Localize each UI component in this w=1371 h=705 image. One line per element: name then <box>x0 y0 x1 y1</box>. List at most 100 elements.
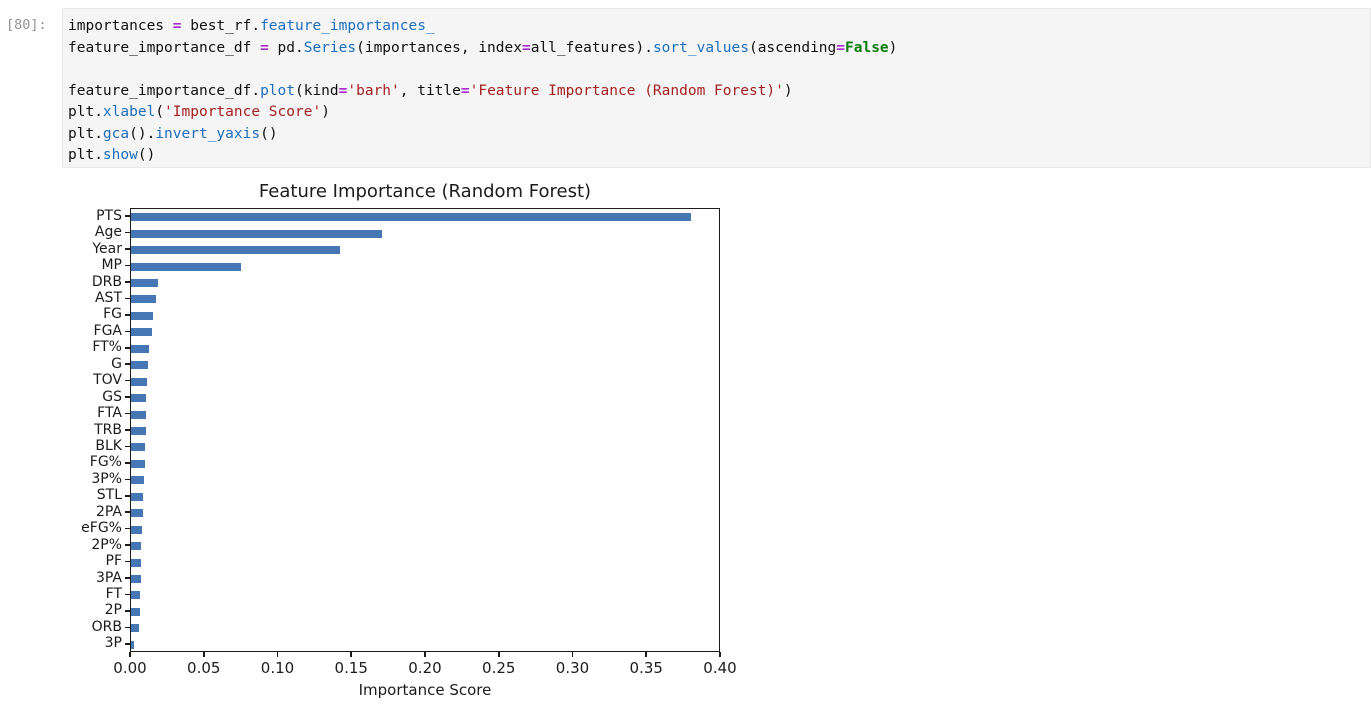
y-tick-label: 3P% <box>0 471 122 488</box>
y-tick-label: G <box>0 356 122 373</box>
y-tick-mark <box>125 479 130 481</box>
code-cell[interactable]: importances = best_rf.feature_importance… <box>62 8 1371 168</box>
bar-2pa <box>131 509 143 517</box>
code-token: = <box>522 40 531 56</box>
code-token: show <box>103 147 138 163</box>
y-tick-mark <box>125 462 130 464</box>
y-tick-label: Year <box>0 241 122 258</box>
y-tick-label: 2PA <box>0 504 122 521</box>
y-tick-label: ORB <box>0 619 122 636</box>
code-token: ( <box>155 104 164 120</box>
y-tick-label: Age <box>0 224 122 241</box>
code-token: = <box>260 40 269 56</box>
y-tick-mark <box>125 577 130 579</box>
code-token: (). <box>129 126 155 142</box>
x-tick-mark <box>645 652 647 657</box>
x-tick-label: 0.40 <box>692 659 748 677</box>
code-token: plt. <box>68 104 103 120</box>
chart-title: Feature Importance (Random Forest) <box>130 181 720 202</box>
y-tick-label: FT% <box>0 339 122 356</box>
y-tick-label: TRB <box>0 422 122 439</box>
code-line[interactable]: plt.show() <box>68 145 1362 167</box>
y-tick-label: FT <box>0 586 122 603</box>
y-tick-mark <box>125 446 130 448</box>
bar-ft% <box>131 345 149 353</box>
code-token: ) <box>889 40 898 56</box>
code-token: ) <box>784 83 793 99</box>
bar-pts <box>131 213 691 221</box>
bar-tov <box>131 378 147 386</box>
code-token: False <box>845 40 889 56</box>
y-tick-label: FG <box>0 306 122 323</box>
x-tick-label: 0.15 <box>323 659 379 677</box>
x-tick-mark <box>719 652 721 657</box>
code-line[interactable] <box>68 59 1362 81</box>
y-tick-mark <box>125 232 130 234</box>
x-tick-label: 0.35 <box>618 659 674 677</box>
code-token: 'barh' <box>347 83 399 99</box>
y-tick-mark <box>125 298 130 300</box>
x-tick-mark <box>498 652 500 657</box>
bar-drb <box>131 279 158 287</box>
x-tick-mark <box>277 652 279 657</box>
code-token: () <box>138 147 155 163</box>
y-tick-label: 3P <box>0 635 122 652</box>
y-tick-mark <box>125 528 130 530</box>
code-line[interactable]: importances = best_rf.feature_importance… <box>68 16 1362 38</box>
code-token: feature_importance_df. <box>68 83 260 99</box>
execution-count: [80]: <box>6 17 58 33</box>
x-axis-label: Importance Score <box>130 681 720 699</box>
code-token: feature_importances_ <box>260 18 435 34</box>
code-line[interactable]: plt.gca().invert_yaxis() <box>68 124 1362 146</box>
bar-ast <box>131 295 156 303</box>
y-tick-mark <box>125 610 130 612</box>
y-tick-label: STL <box>0 487 122 504</box>
bar-age <box>131 230 382 238</box>
code-token: gca <box>103 126 129 142</box>
y-tick-mark <box>125 643 130 645</box>
code-line[interactable]: plt.xlabel('Importance Score') <box>68 102 1362 124</box>
y-tick-mark <box>125 396 130 398</box>
code-token: pd. <box>269 40 304 56</box>
code-token: = <box>836 40 845 56</box>
y-tick-mark <box>125 363 130 365</box>
code-token: (kind <box>295 83 339 99</box>
y-tick-mark <box>125 561 130 563</box>
y-tick-label: 2P% <box>0 537 122 554</box>
y-tick-mark <box>125 380 130 382</box>
y-tick-label: FG% <box>0 454 122 471</box>
y-tick-mark <box>125 627 130 629</box>
code-token: invert_yaxis <box>155 126 260 142</box>
bar-fg% <box>131 460 145 468</box>
y-tick-mark <box>125 429 130 431</box>
code-token: = <box>173 18 182 34</box>
bar-3pa <box>131 575 141 583</box>
code-token: (importances, index <box>356 40 522 56</box>
y-tick-label: AST <box>0 290 122 307</box>
y-tick-mark <box>125 281 130 283</box>
y-tick-label: PTS <box>0 208 122 225</box>
y-tick-mark <box>125 594 130 596</box>
y-tick-label: DRB <box>0 274 122 291</box>
y-tick-mark <box>125 265 130 267</box>
bar-blk <box>131 443 145 451</box>
code-token: (ascending <box>749 40 836 56</box>
code-token: all_features). <box>531 40 653 56</box>
y-tick-mark <box>125 215 130 217</box>
code-token: , title <box>400 83 461 99</box>
code-token: 'Feature Importance (Random Forest)' <box>470 83 784 99</box>
x-tick-label: 0.25 <box>471 659 527 677</box>
notebook-page: [80]: importances = best_rf.feature_impo… <box>0 0 1371 705</box>
y-tick-mark <box>125 248 130 250</box>
code-line[interactable]: feature_importance_df.plot(kind='barh', … <box>68 81 1362 103</box>
x-tick-mark <box>572 652 574 657</box>
code-token: plt. <box>68 126 103 142</box>
bar-2p <box>131 608 140 616</box>
bar-efg% <box>131 526 142 534</box>
code-token: xlabel <box>103 104 155 120</box>
code-token: Series <box>304 40 356 56</box>
bar-2p% <box>131 542 141 550</box>
code-line[interactable]: feature_importance_df = pd.Series(import… <box>68 38 1362 60</box>
y-tick-label: eFG% <box>0 520 122 537</box>
code-editor[interactable]: importances = best_rf.feature_importance… <box>63 9 1370 167</box>
